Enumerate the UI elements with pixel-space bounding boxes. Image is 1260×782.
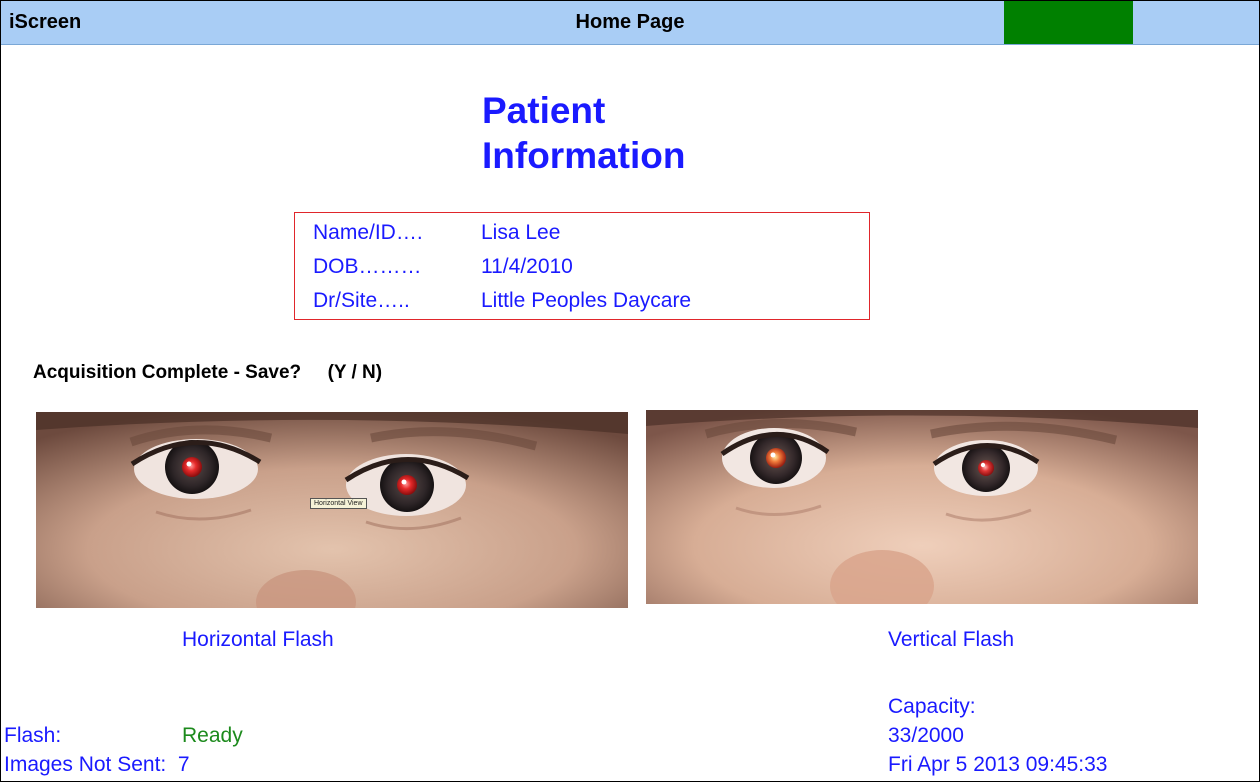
vertical-flash-photo: [646, 410, 1198, 604]
app-name: iScreen: [9, 11, 82, 33]
horizontal-flash-photo: [36, 412, 628, 608]
dob-label: DOB………: [313, 255, 422, 278]
name-value: Lisa Lee: [481, 221, 561, 244]
heading-line-1: Patient: [482, 90, 606, 131]
site-label: Dr/Site…..: [313, 289, 410, 312]
name-label: Name/ID….: [313, 221, 423, 244]
vertical-flash-caption: Vertical Flash: [888, 628, 1015, 651]
heading-line-2: Information: [482, 135, 686, 176]
save-prompt-text: Acquisition Complete - Save?: [33, 362, 302, 383]
horizontal-flash-caption: Horizontal Flash: [182, 628, 334, 651]
flash-status: Ready: [182, 724, 243, 747]
capacity-value: 33/2000: [888, 724, 964, 747]
horizontal-view-tooltip: Horizontal View: [310, 498, 367, 509]
title-bar: iScreen Home Page: [1, 1, 1259, 45]
flash-label: Flash:: [4, 724, 62, 747]
images-not-sent-label: Images Not Sent:: [4, 753, 167, 776]
site-value: Little Peoples Daycare: [481, 289, 692, 312]
images-not-sent-count: 7: [177, 753, 190, 776]
horizontal-flash-image[interactable]: [36, 412, 628, 608]
capacity-label: Capacity:: [888, 695, 976, 718]
date-time: Fri Apr 5 2013 09:45:33: [888, 753, 1108, 776]
vertical-flash-image[interactable]: [646, 410, 1198, 604]
images-not-sent: Images Not Sent: 7: [4, 753, 190, 777]
save-prompt: Acquisition Complete - Save? (Y / N): [33, 362, 382, 384]
save-options[interactable]: (Y / N): [328, 362, 383, 383]
patient-info-heading: Patient Information: [482, 88, 685, 178]
dob-value: 11/4/2010: [481, 255, 573, 278]
patient-info-box: Name/ID…. Lisa Lee DOB……… 11/4/2010 Dr/S…: [294, 212, 870, 320]
status-indicator: [1004, 1, 1133, 44]
